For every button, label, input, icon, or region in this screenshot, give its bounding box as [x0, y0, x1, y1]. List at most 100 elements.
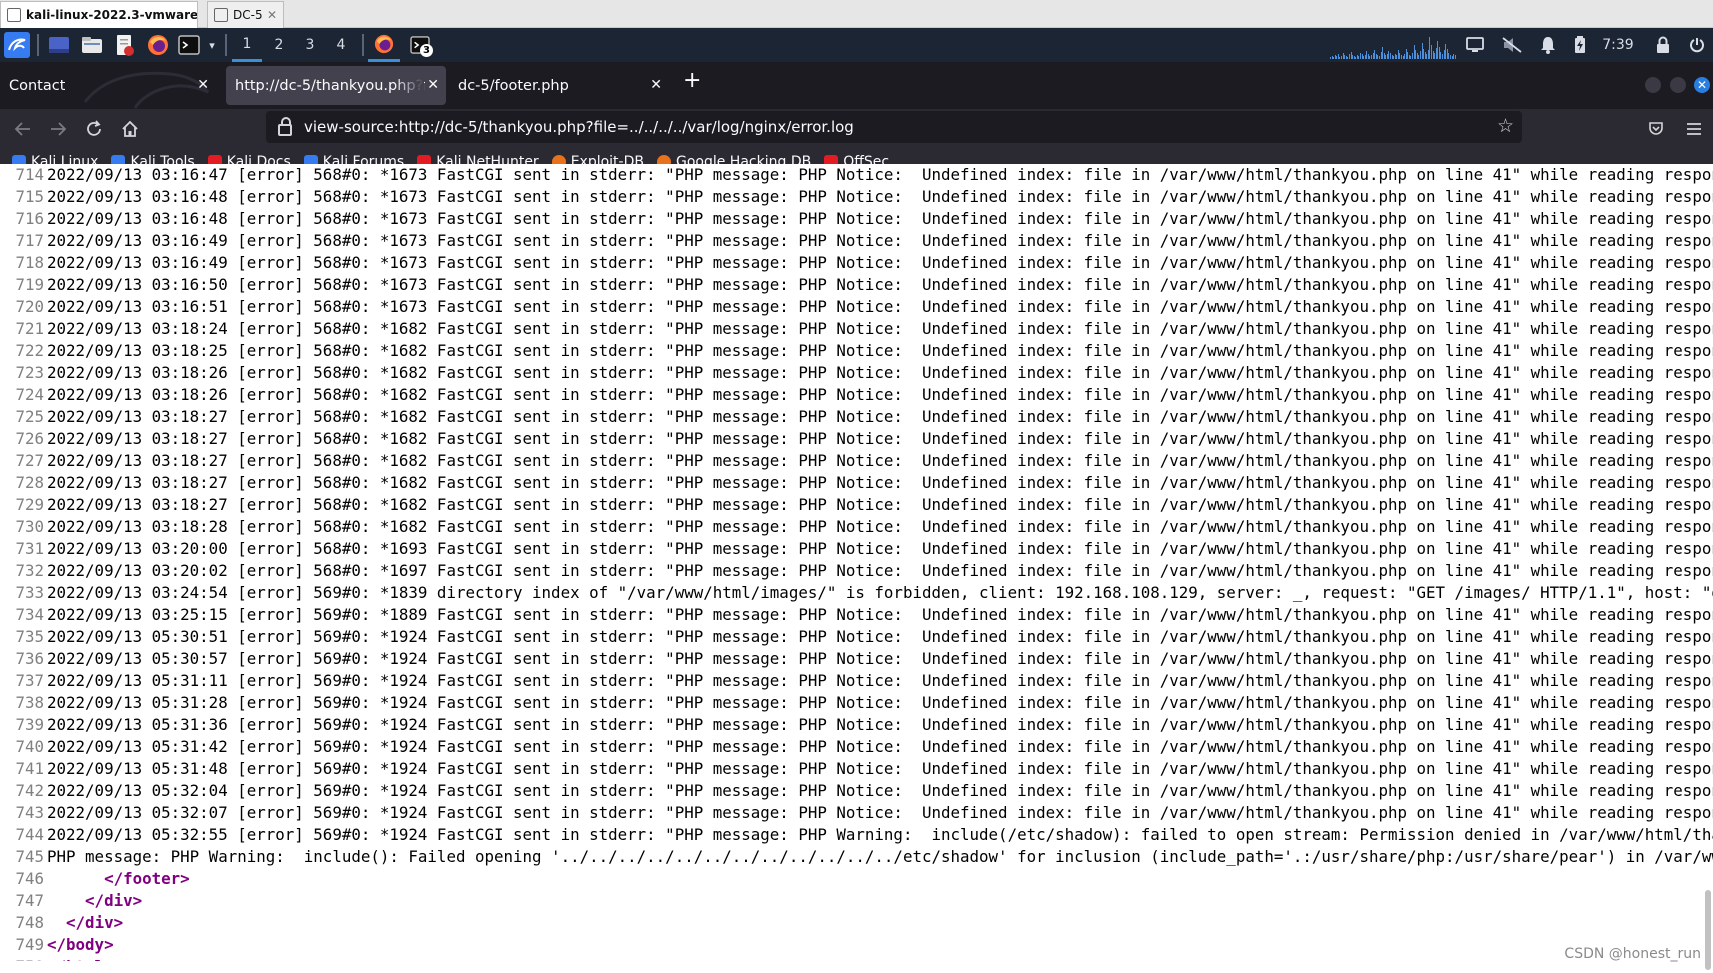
cpu-graph-bar — [1388, 51, 1389, 59]
hamburger-menu-icon[interactable] — [1680, 115, 1708, 143]
log-text: 2022/09/13 03:24:54 [error] 569#0: *1839… — [47, 583, 1713, 602]
source-line: 739 2022/09/13 05:31:36 [error] 569#0: *1… — [0, 714, 1713, 736]
display-icon[interactable] — [1460, 28, 1490, 62]
log-text: 2022/09/13 03:16:50 [error] 568#0: *1673… — [47, 275, 1713, 294]
padlock-icon[interactable] — [278, 116, 292, 136]
close-tab-icon[interactable]: ✕ — [427, 77, 439, 93]
cpu-graph-bar — [1374, 50, 1375, 59]
log-text: 2022/09/13 03:18:28 [error] 568#0: *1682… — [47, 517, 1713, 536]
log-text: 2022/09/13 03:16:51 [error] 568#0: *1673… — [47, 297, 1713, 316]
line-number: 735 — [15, 627, 44, 646]
address-bar[interactable]: view-source:http://dc-5/thankyou.php?fil… — [266, 111, 1522, 143]
source-line: 727 2022/09/13 03:18:27 [error] 568#0: *1… — [0, 450, 1713, 472]
line-number: 725 — [15, 407, 44, 426]
cpu-usage-graph — [1330, 31, 1456, 59]
vm-tab-label: kali-linux-2022.3-vmware... — [26, 8, 198, 22]
firefox-launcher-icon[interactable] — [144, 28, 172, 62]
workspace-1[interactable]: 1 — [232, 28, 262, 62]
cpu-graph-bar — [1363, 56, 1364, 59]
log-text: 2022/09/13 03:18:25 [error] 568#0: *1682… — [47, 341, 1713, 360]
cpu-graph-bar — [1394, 54, 1396, 59]
log-text: 2022/09/13 03:18:26 [error] 568#0: *1682… — [47, 385, 1713, 404]
vm-tab-dc5[interactable]: DC-5 ✕ — [207, 1, 284, 28]
cpu-graph-bar — [1334, 55, 1336, 59]
terminal-launcher-icon[interactable] — [176, 28, 202, 62]
maximize-button[interactable] — [1670, 77, 1686, 93]
log-text: 2022/09/13 03:20:00 [error] 568#0: *1693… — [47, 539, 1713, 558]
minimize-button[interactable] — [1645, 77, 1661, 93]
source-line: 742 2022/09/13 05:32:04 [error] 569#0: *1… — [0, 780, 1713, 802]
source-line: 745 PHP message: PHP Warning: include(): … — [0, 846, 1713, 868]
reload-icon[interactable] — [80, 115, 108, 143]
cpu-graph-bar — [1407, 52, 1408, 59]
log-text: 2022/09/13 05:30:57 [error] 569#0: *1924… — [47, 649, 1713, 668]
source-line: 743 2022/09/13 05:32:07 [error] 569#0: *1… — [0, 802, 1713, 824]
log-text: 2022/09/13 05:31:48 [error] 569#0: *1924… — [47, 759, 1713, 778]
volume-muted-icon[interactable] — [1497, 28, 1527, 62]
source-line: 725 2022/09/13 03:18:27 [error] 568#0: *1… — [0, 406, 1713, 428]
tab-title-fade — [394, 66, 424, 105]
workspace-2[interactable]: 2 — [265, 28, 293, 62]
close-icon[interactable]: ✕ — [263, 8, 277, 22]
line-number: 714 — [15, 165, 44, 184]
log-text: 2022/09/13 05:32:04 [error] 569#0: *1924… — [47, 781, 1713, 800]
pocket-icon[interactable] — [1642, 115, 1670, 143]
cpu-graph-bar — [1415, 50, 1416, 59]
close-tab-icon[interactable]: ✕ — [650, 77, 662, 93]
back-arrow-icon[interactable] — [9, 115, 37, 143]
source-line: 729 2022/09/13 03:18:27 [error] 568#0: *1… — [0, 494, 1713, 516]
text-editor-icon[interactable] — [111, 28, 139, 62]
workspace-4[interactable]: 4 — [327, 28, 355, 62]
vm-tab-label: DC-5 — [233, 8, 263, 22]
terminal-window-button[interactable]: 3 — [404, 28, 436, 62]
power-icon[interactable] — [1684, 28, 1710, 62]
source-line: 731 2022/09/13 03:20:00 [error] 568#0: *1… — [0, 538, 1713, 560]
source-line: 750</html> — [0, 956, 1713, 961]
file-manager-icon[interactable] — [78, 28, 106, 62]
source-line: 718 2022/09/13 03:16:49 [error] 568#0: *1… — [0, 252, 1713, 274]
home-icon[interactable] — [116, 115, 144, 143]
cpu-graph-bar — [1421, 43, 1423, 59]
notification-bell-icon[interactable] — [1533, 28, 1563, 62]
log-text: 2022/09/13 03:18:27 [error] 568#0: *1682… — [47, 429, 1713, 448]
cpu-graph-bar — [1378, 56, 1380, 59]
cpu-graph-bar — [1393, 56, 1394, 59]
cpu-graph-bar — [1333, 57, 1334, 59]
kali-menu-icon[interactable] — [2, 28, 32, 62]
scrollbar-thumb[interactable] — [1705, 890, 1711, 970]
clock[interactable]: 7:39 — [1596, 28, 1640, 62]
cpu-graph-bar — [1385, 55, 1386, 59]
log-text: 2022/09/13 03:25:15 [error] 569#0: *1889… — [47, 605, 1713, 624]
firefox-window-button[interactable] — [368, 28, 400, 62]
log-text: 2022/09/13 03:16:47 [error] 568#0: *1673… — [47, 165, 1713, 184]
vm-tab-kali[interactable]: kali-linux-2022.3-vmware... ✕ — [0, 1, 198, 28]
cpu-graph-bar — [1330, 57, 1331, 59]
bookmark-star-icon[interactable]: ☆ — [1497, 115, 1514, 137]
close-tab-icon[interactable]: ✕ — [197, 77, 209, 93]
chevron-down-icon[interactable]: ▾ — [204, 28, 220, 62]
navigation-toolbar: view-source:http://dc-5/thankyou.php?fil… — [0, 109, 1713, 148]
show-desktop-icon[interactable] — [45, 28, 73, 62]
window-close-button[interactable]: ✕ — [1694, 77, 1710, 93]
line-number: 721 — [15, 319, 44, 338]
url-text[interactable]: view-source:http://dc-5/thankyou.php?fil… — [304, 118, 854, 136]
workspace-3[interactable]: 3 — [296, 28, 324, 62]
tab-thankyou[interactable]: http://dc-5/thankyou.php?file= ✕ — [226, 66, 446, 105]
battery-icon[interactable] — [1567, 28, 1593, 62]
cpu-graph-bar — [1413, 45, 1415, 59]
lock-screen-icon[interactable] — [1650, 28, 1676, 62]
page-source-view: 714 2022/09/13 03:16:47 [error] 568#0: *1… — [0, 164, 1713, 961]
cpu-graph-bar — [1359, 53, 1361, 59]
log-text: 2022/09/13 03:16:49 [error] 568#0: *1673… — [47, 253, 1713, 272]
tab-contact[interactable]: Contact ✕ — [0, 66, 216, 105]
forward-arrow-icon[interactable] — [44, 115, 72, 143]
line-number: 736 — [15, 649, 44, 668]
cpu-graph-bar — [1350, 52, 1352, 59]
new-tab-button[interactable]: + — [683, 68, 701, 93]
tab-footer[interactable]: dc-5/footer.php ✕ — [449, 66, 669, 105]
cpu-graph-bar — [1453, 54, 1454, 59]
line-number: 747 — [15, 891, 44, 910]
html-closing-tag: </html> — [47, 957, 114, 961]
source-line: 749 </body> — [0, 934, 1713, 956]
log-text: 2022/09/13 05:32:55 [error] 569#0: *1924… — [47, 825, 1713, 844]
